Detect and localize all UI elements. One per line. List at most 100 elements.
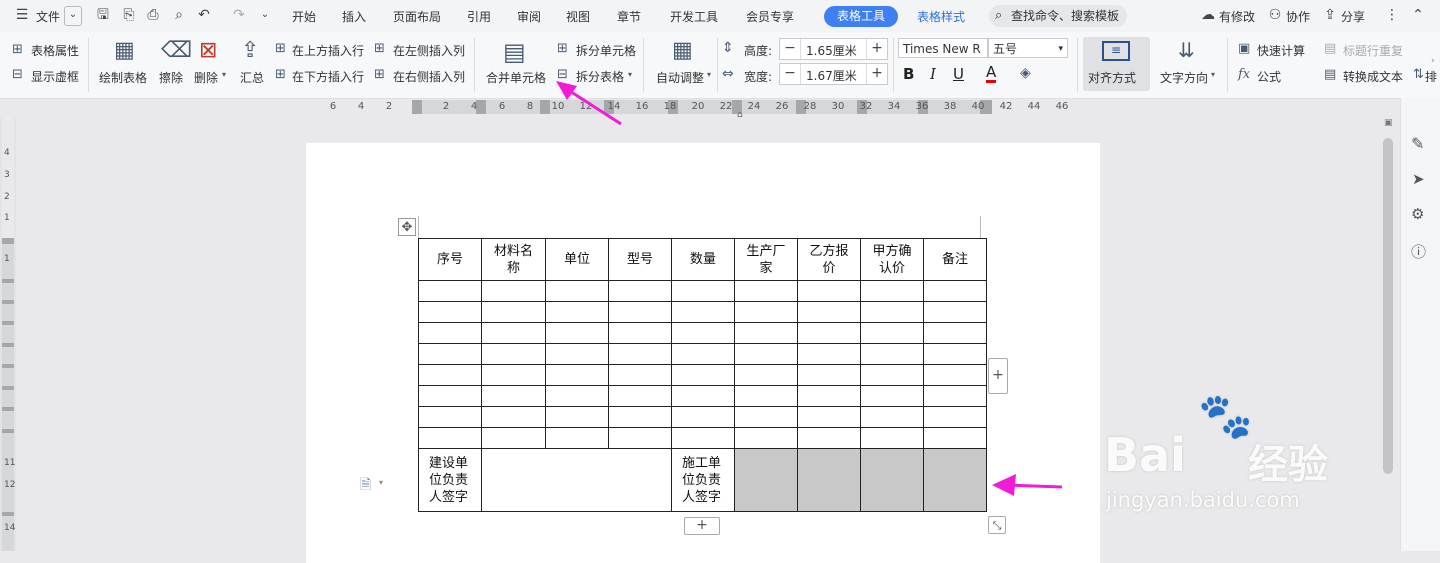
table-cell[interactable] xyxy=(545,280,609,302)
collab-button[interactable]: 协作 xyxy=(1286,8,1310,25)
table-cell[interactable] xyxy=(923,385,987,407)
table-cell[interactable] xyxy=(923,364,987,386)
paragraph-options-icon[interactable]: 🗎 xyxy=(360,474,371,498)
insert-left-button[interactable]: 在左侧插入列 xyxy=(393,42,465,59)
table-cell[interactable] xyxy=(608,343,672,365)
text-direction-button[interactable]: 文字方向 xyxy=(1160,69,1208,86)
chevron-right-icon[interactable]: › xyxy=(1431,56,1435,66)
convert-text-button[interactable]: 转换成文本 xyxy=(1343,68,1403,85)
more-icon[interactable]: ⋮ xyxy=(1384,7,1400,23)
table-cell[interactable] xyxy=(481,385,546,407)
table-cell[interactable] xyxy=(671,427,735,449)
align-button-bg[interactable]: ≡ 对齐方式 xyxy=(1083,37,1150,91)
owner-sign-cell[interactable]: 建设单位负责人签字 xyxy=(418,448,482,512)
selected-cell[interactable] xyxy=(797,448,861,512)
insert-above-button[interactable]: 在上方插入行 xyxy=(292,42,364,59)
more-dropdown-icon[interactable]: ⌄ xyxy=(257,7,273,23)
settings-icon[interactable]: ⚙ xyxy=(1411,205,1424,223)
table-cell[interactable] xyxy=(608,301,672,323)
table-cell[interactable] xyxy=(797,322,861,344)
cursor-icon[interactable]: ➤ xyxy=(1412,170,1425,188)
bold-icon[interactable]: B xyxy=(903,65,914,83)
font-name-select[interactable]: Times New R xyxy=(898,38,988,58)
vertical-scrollbar[interactable]: ▣ xyxy=(1381,118,1395,551)
table-cell[interactable] xyxy=(797,301,861,323)
header-cell[interactable]: 生产厂家 xyxy=(734,238,798,281)
table-cell[interactable] xyxy=(545,385,609,407)
material-table[interactable]: 序号 材料名称 单位 型号 数量 生产厂家 乙方报价 甲方确认价 备注 建设单位… xyxy=(418,238,987,512)
table-cell[interactable] xyxy=(734,280,798,302)
table-cell[interactable] xyxy=(481,280,546,302)
selected-cell[interactable] xyxy=(860,448,924,512)
tab-insert[interactable]: 插入 xyxy=(342,8,366,25)
italic-icon[interactable]: I xyxy=(930,65,936,83)
table-cell[interactable] xyxy=(418,343,482,365)
table-cell[interactable] xyxy=(797,343,861,365)
indent-marker-icon[interactable]: ⌂ xyxy=(737,110,743,120)
table-cell[interactable] xyxy=(545,364,609,386)
header-cell[interactable]: 甲方确认价 xyxy=(860,238,924,281)
table-cell[interactable] xyxy=(418,301,482,323)
erase-button[interactable]: 擦除 xyxy=(159,69,183,86)
table-cell[interactable] xyxy=(608,322,672,344)
table-cell[interactable] xyxy=(734,301,798,323)
tab-developer[interactable]: 开发工具 xyxy=(670,8,718,25)
table-cell[interactable] xyxy=(923,427,987,449)
table-cell[interactable] xyxy=(797,364,861,386)
split-cells-button[interactable]: 拆分单元格 xyxy=(576,42,636,59)
tab-table-tools[interactable]: 表格工具 xyxy=(824,6,898,27)
table-cell[interactable] xyxy=(923,301,987,323)
table-cell[interactable] xyxy=(671,385,735,407)
sort-button[interactable]: 排 xyxy=(1425,68,1437,85)
table-cell[interactable] xyxy=(608,385,672,407)
table-cell[interactable] xyxy=(545,343,609,365)
tab-member[interactable]: 会员专享 xyxy=(746,8,794,25)
table-cell[interactable] xyxy=(734,322,798,344)
decrease-width-button[interactable]: − xyxy=(780,64,801,84)
header-cell[interactable]: 乙方报价 xyxy=(797,238,861,281)
table-cell[interactable] xyxy=(418,406,482,428)
scrollbar-thumb[interactable] xyxy=(1383,138,1393,474)
table-cell[interactable] xyxy=(860,385,924,407)
selected-cell[interactable] xyxy=(734,448,798,512)
font-size-select[interactable]: 五号 ▾ xyxy=(988,38,1068,58)
table-cell[interactable] xyxy=(481,343,546,365)
increase-height-button[interactable]: + xyxy=(866,39,887,59)
height-stepper[interactable]: − 1.65厘米 + xyxy=(779,38,888,60)
formula-button[interactable]: 公式 xyxy=(1257,68,1281,85)
table-props-button[interactable]: 表格属性 xyxy=(31,42,79,59)
table-cell[interactable] xyxy=(923,343,987,365)
decrease-height-button[interactable]: − xyxy=(780,39,801,59)
table-cell[interactable] xyxy=(860,301,924,323)
highlight-icon[interactable]: ◈ xyxy=(1020,65,1031,81)
table-cell[interactable] xyxy=(797,427,861,449)
table-cell[interactable] xyxy=(734,343,798,365)
table-cell[interactable] xyxy=(860,364,924,386)
edit-icon[interactable]: ✎ xyxy=(1411,134,1424,153)
font-color-icon[interactable]: A xyxy=(986,65,997,83)
insert-right-button[interactable]: 在右侧插入列 xyxy=(393,68,465,85)
width-stepper[interactable]: − 1.67厘米 + xyxy=(779,63,888,85)
table-cell[interactable] xyxy=(671,301,735,323)
table-cell[interactable] xyxy=(481,364,546,386)
draw-table-button[interactable]: 绘制表格 xyxy=(99,69,147,86)
table-cell[interactable] xyxy=(671,364,735,386)
table-cell[interactable] xyxy=(860,322,924,344)
header-cell[interactable]: 单位 xyxy=(545,238,609,281)
table-cell[interactable] xyxy=(418,364,482,386)
save-icon[interactable]: 🖫 xyxy=(95,7,111,23)
table-cell[interactable] xyxy=(797,280,861,302)
header-cell[interactable]: 数量 xyxy=(671,238,735,281)
scroll-top-icon[interactable]: ▣ xyxy=(1384,118,1393,128)
table-cell[interactable] xyxy=(608,427,672,449)
table-cell[interactable] xyxy=(545,427,609,449)
table-cell[interactable] xyxy=(923,280,987,302)
collapse-ribbon-icon[interactable]: ⌃ xyxy=(1410,7,1426,23)
table-cell[interactable] xyxy=(734,427,798,449)
table-cell[interactable] xyxy=(860,406,924,428)
underline-icon[interactable]: U xyxy=(953,65,964,83)
builder-sign-cell[interactable]: 施工单位负责人签字 xyxy=(671,448,735,512)
selected-cell[interactable] xyxy=(923,448,987,512)
header-cell[interactable]: 序号 xyxy=(418,238,482,281)
modified-status[interactable]: 有修改 xyxy=(1219,8,1255,25)
